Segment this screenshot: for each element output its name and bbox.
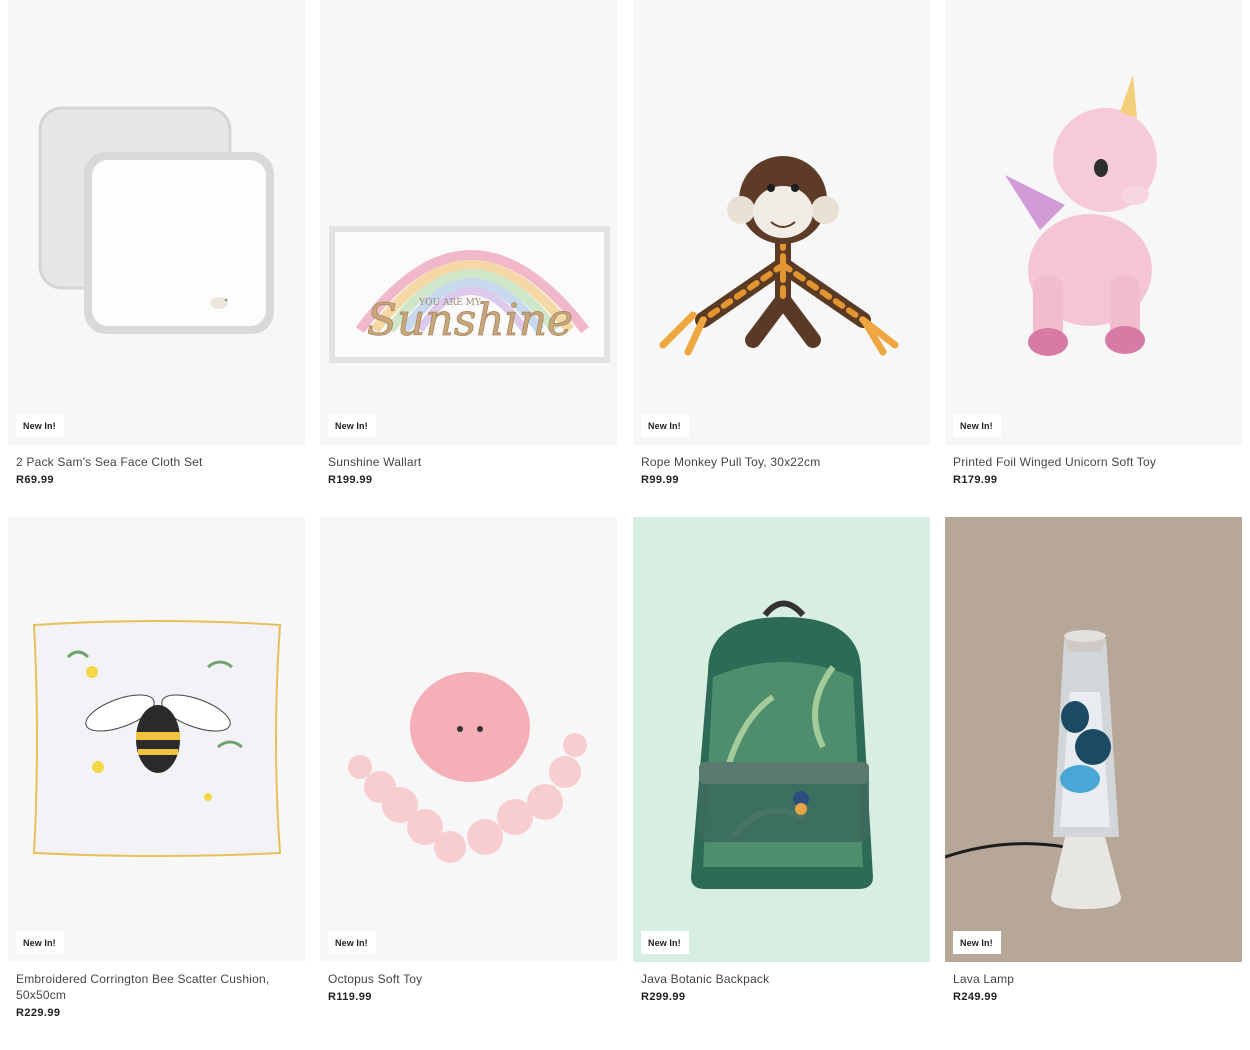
new-in-badge: New In! — [328, 931, 376, 954]
product-price: R249.99 — [953, 991, 998, 1003]
product-price: R99.99 — [641, 474, 679, 486]
new-in-badge: New In! — [953, 931, 1001, 954]
product-card[interactable]: New In! Octopus Soft Toy R119.99 — [320, 517, 617, 1003]
product-price: R199.99 — [328, 474, 373, 486]
product-image[interactable]: New In! — [8, 0, 305, 445]
octopus-image — [348, 672, 587, 863]
product-card[interactable]: New In! Printed Foil Winged Unicorn Soft… — [945, 0, 1242, 486]
product-card[interactable]: New In! 2 Pack Sam's Sea Face Cloth Set … — [8, 0, 305, 486]
product-image[interactable]: New In! — [8, 517, 305, 962]
product-title[interactable]: Lava Lamp — [953, 971, 1234, 987]
product-price: R179.99 — [953, 474, 998, 486]
wallart-image: YOU ARE MY Sunshine — [329, 226, 610, 363]
product-image[interactable]: New In! — [633, 517, 930, 962]
product-image[interactable]: New In! — [945, 0, 1242, 445]
new-in-badge: New In! — [328, 414, 376, 437]
product-card[interactable]: YOU ARE MY Sunshine New In! Sunshine Wal… — [320, 0, 617, 486]
product-title[interactable]: Octopus Soft Toy — [328, 971, 609, 987]
face-cloth-image — [38, 106, 274, 334]
product-title[interactable]: Embroidered Corrington Bee Scatter Cushi… — [16, 971, 297, 1003]
new-in-badge: New In! — [16, 414, 64, 437]
product-title[interactable]: Java Botanic Backpack — [641, 971, 922, 987]
product-card[interactable]: New In! Java Botanic Backpack R299.99 — [633, 517, 930, 1003]
product-image[interactable]: YOU ARE MY Sunshine New In! — [320, 0, 617, 445]
product-price: R69.99 — [16, 474, 54, 486]
lava-lamp-image — [945, 630, 1121, 909]
product-grid: New In! 2 Pack Sam's Sea Face Cloth Set … — [0, 0, 1250, 1050]
new-in-badge: New In! — [953, 414, 1001, 437]
product-title[interactable]: Rope Monkey Pull Toy, 30x22cm — [641, 454, 922, 470]
product-title[interactable]: Sunshine Wallart — [328, 454, 609, 470]
rope-monkey-image — [659, 156, 899, 356]
new-in-badge: New In! — [16, 931, 64, 954]
new-in-badge: New In! — [641, 931, 689, 954]
product-card[interactable]: New In! Rope Monkey Pull Toy, 30x22cm R9… — [633, 0, 930, 486]
backpack-image — [691, 600, 873, 889]
unicorn-image — [1005, 75, 1157, 356]
product-price: R229.99 — [16, 1007, 61, 1019]
new-in-badge: New In! — [641, 414, 689, 437]
product-image[interactable]: New In! — [945, 517, 1242, 962]
product-title[interactable]: 2 Pack Sam's Sea Face Cloth Set — [16, 454, 297, 470]
product-price: R299.99 — [641, 991, 686, 1003]
product-card[interactable]: New In! Embroidered Corrington Bee Scatt… — [8, 517, 305, 1019]
product-image[interactable]: New In! — [633, 0, 930, 445]
bee-cushion-image — [32, 620, 282, 857]
product-title[interactable]: Printed Foil Winged Unicorn Soft Toy — [953, 454, 1234, 470]
product-image[interactable]: New In! — [320, 517, 617, 962]
product-card[interactable]: New In! Lava Lamp R249.99 — [945, 517, 1242, 1003]
wallart-text: Sunshine — [367, 295, 573, 346]
product-price: R119.99 — [328, 991, 372, 1003]
